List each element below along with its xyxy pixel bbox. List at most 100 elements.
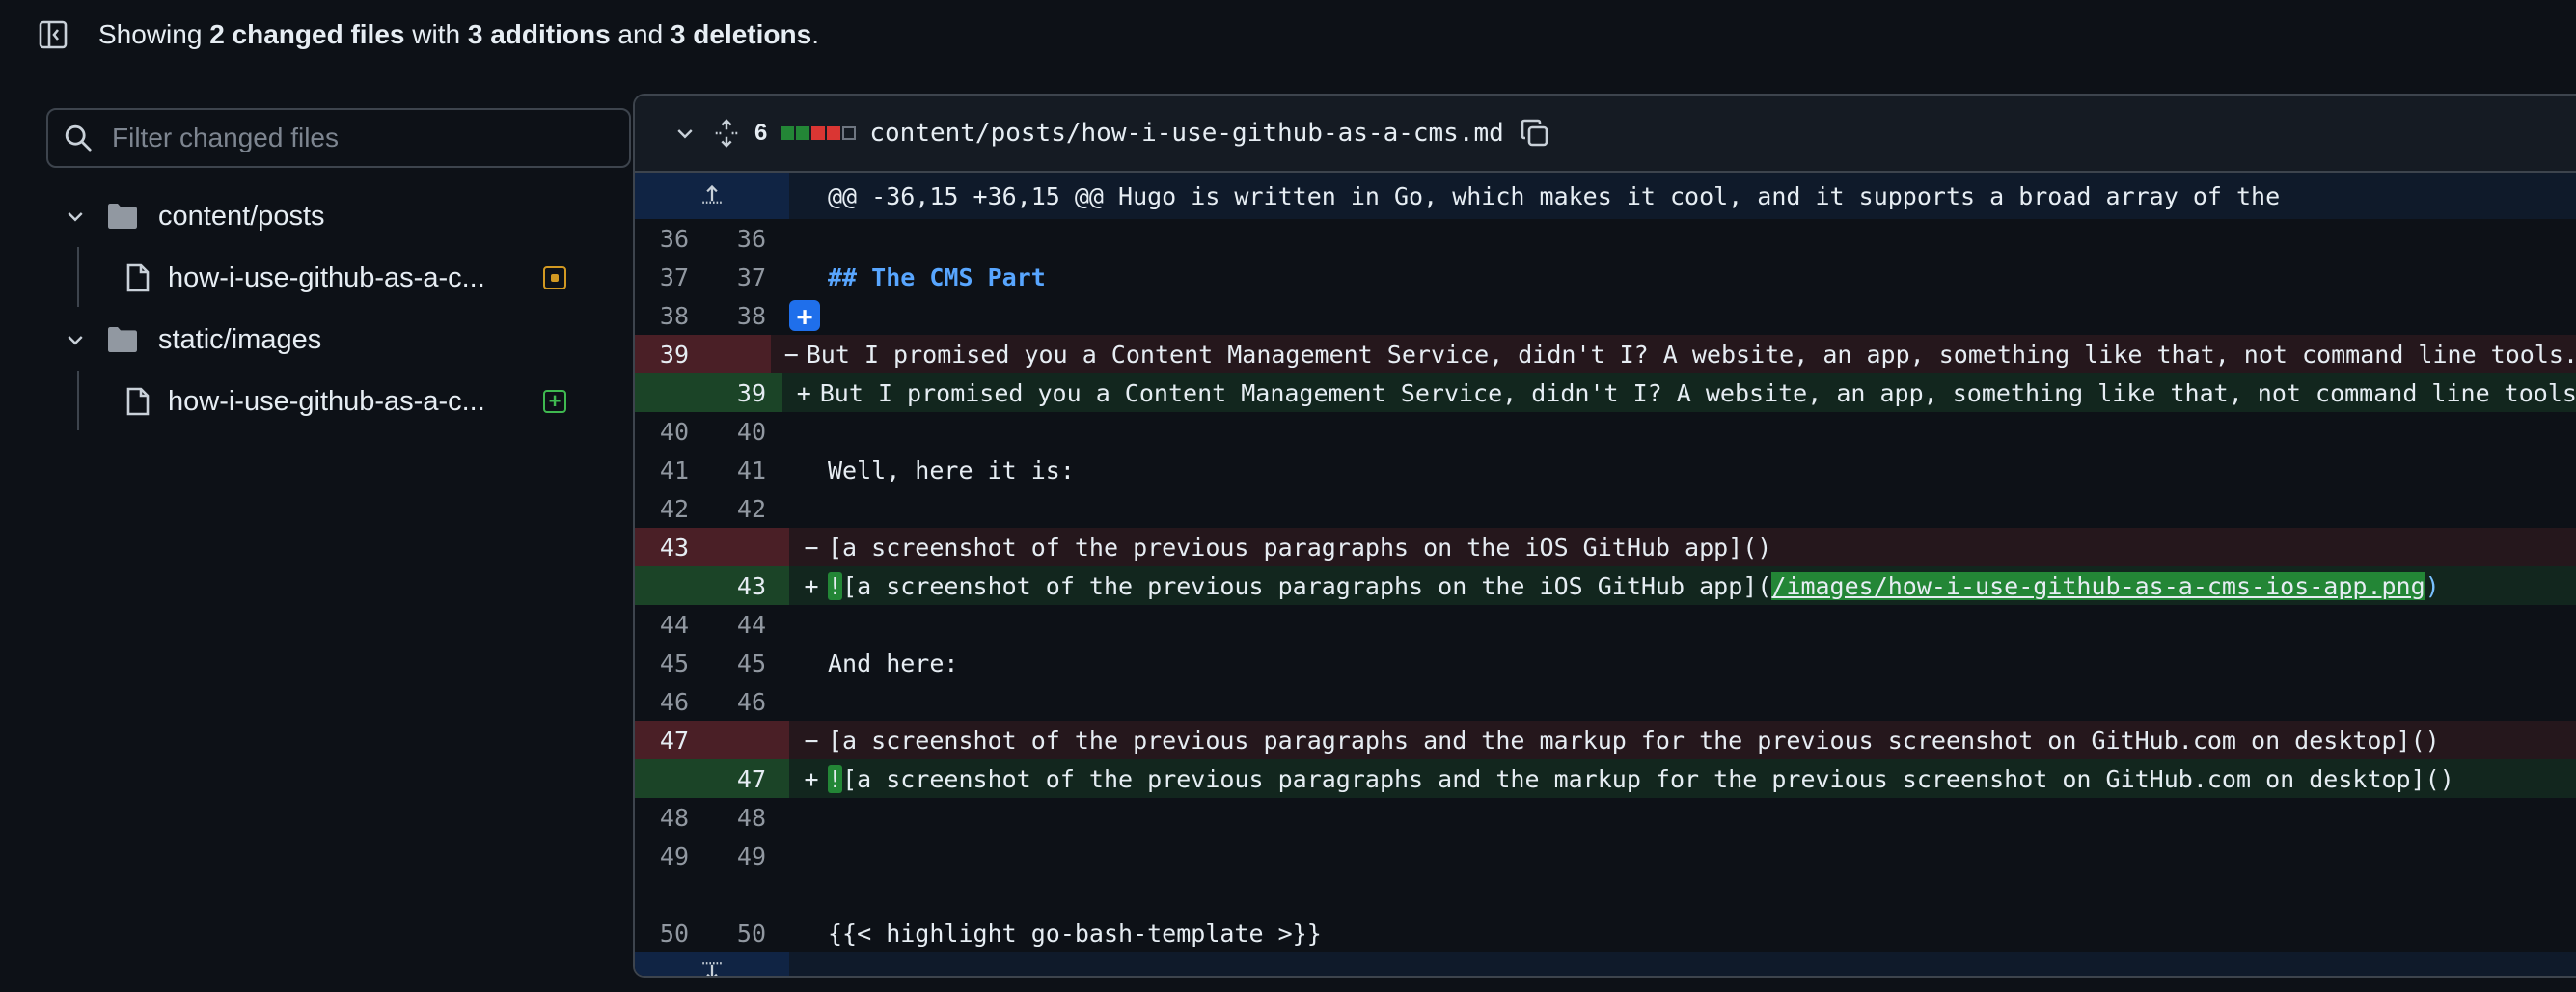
context-line: 48 48 — [635, 798, 2576, 837]
tree-file-added[interactable]: how-i-use-github-as-a-c... — [125, 374, 485, 428]
search-icon — [65, 124, 92, 152]
line-code: ## The CMS Part — [828, 263, 1046, 291]
context-line: 38 38 + — [635, 296, 2576, 335]
diff-lines: @@ -36,15 +36,15 @@ Hugo is written in G… — [635, 173, 2576, 976]
context-line: 42 42 — [635, 489, 2576, 528]
new-line-number[interactable]: 39 — [689, 379, 766, 407]
line-text: ## The CMS Part — [828, 262, 1046, 291]
diff-sign: + — [804, 764, 819, 793]
expand-all-icon[interactable] — [712, 119, 741, 148]
hunk-header: @@ -36,15 +36,15 @@ Hugo is written in G… — [828, 181, 2281, 210]
diff-sign — [799, 611, 824, 639]
diff-sign — [799, 418, 824, 446]
context-line: 40 40 — [635, 412, 2576, 451]
new-line-number[interactable]: 50 — [689, 920, 766, 948]
new-line-number[interactable]: 40 — [689, 418, 766, 446]
line-code: {{< highlight go-bash-template >}} — [828, 920, 1322, 948]
context-line: 44 44 — [635, 605, 2576, 644]
chevron-down-icon[interactable] — [673, 122, 697, 145]
old-line-number[interactable]: 44 — [635, 611, 689, 639]
diff-sign: − — [783, 340, 799, 369]
added-line: 39 + But I promised you a Content Manageme… — [635, 373, 2576, 412]
old-line-number[interactable]: 48 — [635, 804, 689, 832]
sidebar-toggle-icon[interactable] — [37, 18, 69, 51]
new-line-number[interactable]: 37 — [689, 263, 766, 291]
diff-file-panel: 6 content/posts/how-i-use-github-as-a-cm… — [633, 94, 2576, 978]
context-line: 46 46 — [635, 682, 2576, 721]
context-line: 37 37 ## The CMS Part — [635, 258, 2576, 296]
tree-folder-static-images[interactable]: static/images — [64, 313, 321, 367]
diff-sign — [799, 649, 824, 677]
old-line-number[interactable]: 38 — [635, 302, 689, 330]
line-text: [a screenshot of the previous paragraphs… — [842, 571, 1772, 600]
context-line: 45 45 And here: — [635, 644, 2576, 682]
old-line-number[interactable]: 41 — [635, 456, 689, 484]
new-line-number[interactable]: 49 — [689, 842, 766, 870]
context-line: 50 50 {{< highlight go-bash-template >}} — [635, 914, 2576, 952]
file-path: content/posts/how-i-use-github-as-a-cms.… — [869, 119, 1504, 148]
new-line-number[interactable]: 44 — [689, 611, 766, 639]
old-line-number[interactable]: 50 — [635, 920, 689, 948]
diffstat-blocks — [781, 126, 857, 140]
new-line-number[interactable]: 43 — [689, 572, 766, 600]
new-line-number[interactable]: 45 — [689, 649, 766, 677]
tree-file-modified[interactable]: how-i-use-github-as-a-c... — [125, 251, 485, 305]
inserted-bang: ! — [828, 764, 843, 793]
chevron-down-icon — [68, 336, 83, 345]
file-icon — [126, 263, 150, 292]
old-line-number[interactable]: 42 — [635, 495, 689, 523]
old-line-number[interactable]: 45 — [635, 649, 689, 677]
folder-icon — [108, 327, 137, 352]
modified-status-icon — [543, 266, 566, 289]
old-line-number[interactable]: 37 — [635, 263, 689, 291]
deleted-line: 47 − [a screenshot of the previous paragra… — [635, 721, 2576, 759]
line-text: And here: — [828, 648, 959, 677]
folder-name: static/images — [158, 323, 322, 355]
tree-guide — [77, 247, 79, 307]
new-line-number[interactable]: 42 — [689, 495, 766, 523]
new-line-number[interactable]: 38 — [689, 302, 766, 330]
new-line-number[interactable]: 48 — [689, 804, 766, 832]
diff-file-header: 6 content/posts/how-i-use-github-as-a-cm… — [635, 96, 2576, 173]
added-line: 43 + ![a screenshot of the previous paragr… — [635, 566, 2576, 605]
tree-guide — [77, 371, 79, 430]
new-line-number[interactable]: 41 — [689, 456, 766, 484]
old-line-number[interactable]: 39 — [635, 341, 689, 369]
filter-files-input[interactable] — [110, 122, 616, 154]
change-count: 6 — [754, 120, 768, 146]
old-line-number[interactable]: 40 — [635, 418, 689, 446]
new-line-number[interactable]: 36 — [689, 225, 766, 253]
line-text: But I promised you a Content Management … — [806, 340, 2576, 369]
context-line: 49 49 — [635, 837, 2576, 875]
line-code: But I promised you a Content Management … — [807, 341, 2576, 369]
old-line-number[interactable]: 43 — [635, 534, 689, 562]
folder-icon — [108, 204, 137, 229]
expand-down-icon[interactable] — [699, 960, 725, 976]
chevron-down-icon — [68, 212, 83, 222]
old-line-number[interactable]: 49 — [635, 842, 689, 870]
new-line-number[interactable]: 46 — [689, 688, 766, 716]
file-name: how-i-use-github-as-a-c... — [168, 385, 485, 417]
diff-sign: + — [804, 571, 819, 600]
line-code: ![a screenshot of the previous paragraph… — [828, 571, 2440, 600]
folder-name: content/posts — [158, 200, 325, 232]
tree-folder-content-posts[interactable]: content/posts — [64, 189, 325, 243]
old-line-number[interactable]: 47 — [635, 727, 689, 755]
diff-sign: + — [796, 378, 811, 407]
deleted-line: 43 − [a screenshot of the previous paragra… — [635, 528, 2576, 566]
expand-up-icon[interactable] — [699, 180, 725, 211]
diff-summary: Showing 2 changed files with 3 additions… — [37, 14, 819, 56]
context-line: 36 36 — [635, 219, 2576, 258]
new-line-number[interactable]: 47 — [689, 765, 766, 793]
line-code: [a screenshot of the previous paragraphs… — [828, 727, 2440, 755]
filter-files-field[interactable] — [46, 108, 631, 168]
image-path-link[interactable]: /images/how-i-use-github-as-a-cms-ios-ap… — [1771, 571, 2425, 600]
old-line-number[interactable]: 36 — [635, 225, 689, 253]
add-comment-button[interactable]: + — [789, 300, 820, 332]
diff-sign — [799, 842, 824, 870]
summary-text: Showing 2 changed files with 3 additions… — [98, 19, 819, 49]
old-line-number[interactable]: 46 — [635, 688, 689, 716]
diff-sign: − — [804, 533, 819, 562]
diff-sign — [799, 263, 824, 291]
copy-icon[interactable] — [1520, 118, 1550, 149]
